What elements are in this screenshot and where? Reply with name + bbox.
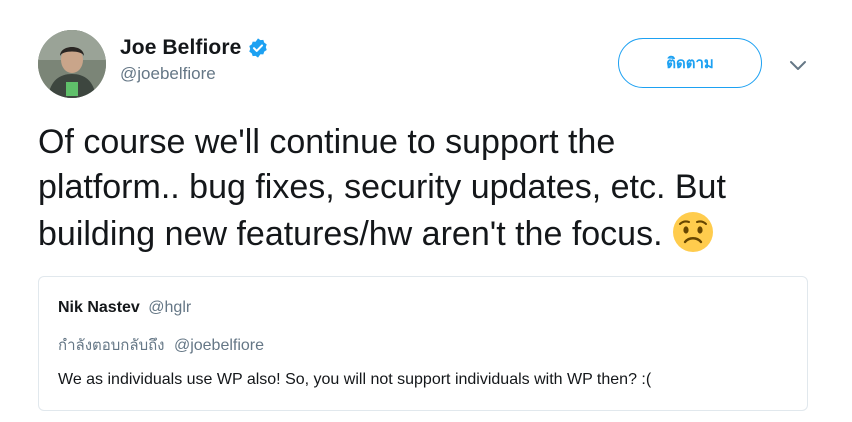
reply-label: กำลังตอบกลับถึง bbox=[58, 336, 165, 354]
quoted-tweet-header: Nik Nastev @hglr bbox=[58, 299, 191, 317]
tweet-card: Joe Belfiore @joebelfiore ติดตาม Of cour… bbox=[0, 0, 852, 422]
follow-button[interactable]: ติดตาม bbox=[618, 38, 762, 88]
tweet-text-line: platform.. bug fixes, security updates, … bbox=[38, 168, 726, 206]
profile-photo bbox=[38, 30, 106, 98]
quoted-author-handle: @hglr bbox=[148, 299, 192, 316]
avatar[interactable] bbox=[38, 30, 106, 98]
reply-to-handle[interactable]: @joebelfiore bbox=[174, 337, 264, 354]
name-row: Joe Belfiore bbox=[120, 33, 269, 63]
tweet-text: Of course we'll continue to support the … bbox=[38, 120, 828, 257]
quoted-reply-context: กำลังตอบกลับถึง @joebelfiore bbox=[58, 333, 264, 357]
tweet-text-segment: building new features/hw aren't the focu… bbox=[38, 215, 663, 253]
tweet-text-line: Of course we'll continue to support the bbox=[38, 123, 616, 161]
chevron-down-icon[interactable] bbox=[787, 54, 809, 76]
quoted-tweet[interactable]: Nik Nastev @hglr กำลังตอบกลับถึง @joebel… bbox=[38, 276, 808, 411]
author-block: Joe Belfiore @joebelfiore bbox=[120, 33, 269, 84]
quoted-author-name: Nik Nastev bbox=[58, 299, 140, 316]
display-name[interactable]: Joe Belfiore bbox=[120, 36, 241, 60]
verified-badge-icon bbox=[249, 38, 268, 58]
tweet-text-line-last: building new features/hw aren't the focu… bbox=[38, 210, 828, 257]
quoted-tweet-text: We as individuals use WP also! So, you w… bbox=[58, 371, 652, 388]
worried-face-icon bbox=[672, 212, 713, 252]
author-handle[interactable]: @joebelfiore bbox=[120, 64, 269, 84]
